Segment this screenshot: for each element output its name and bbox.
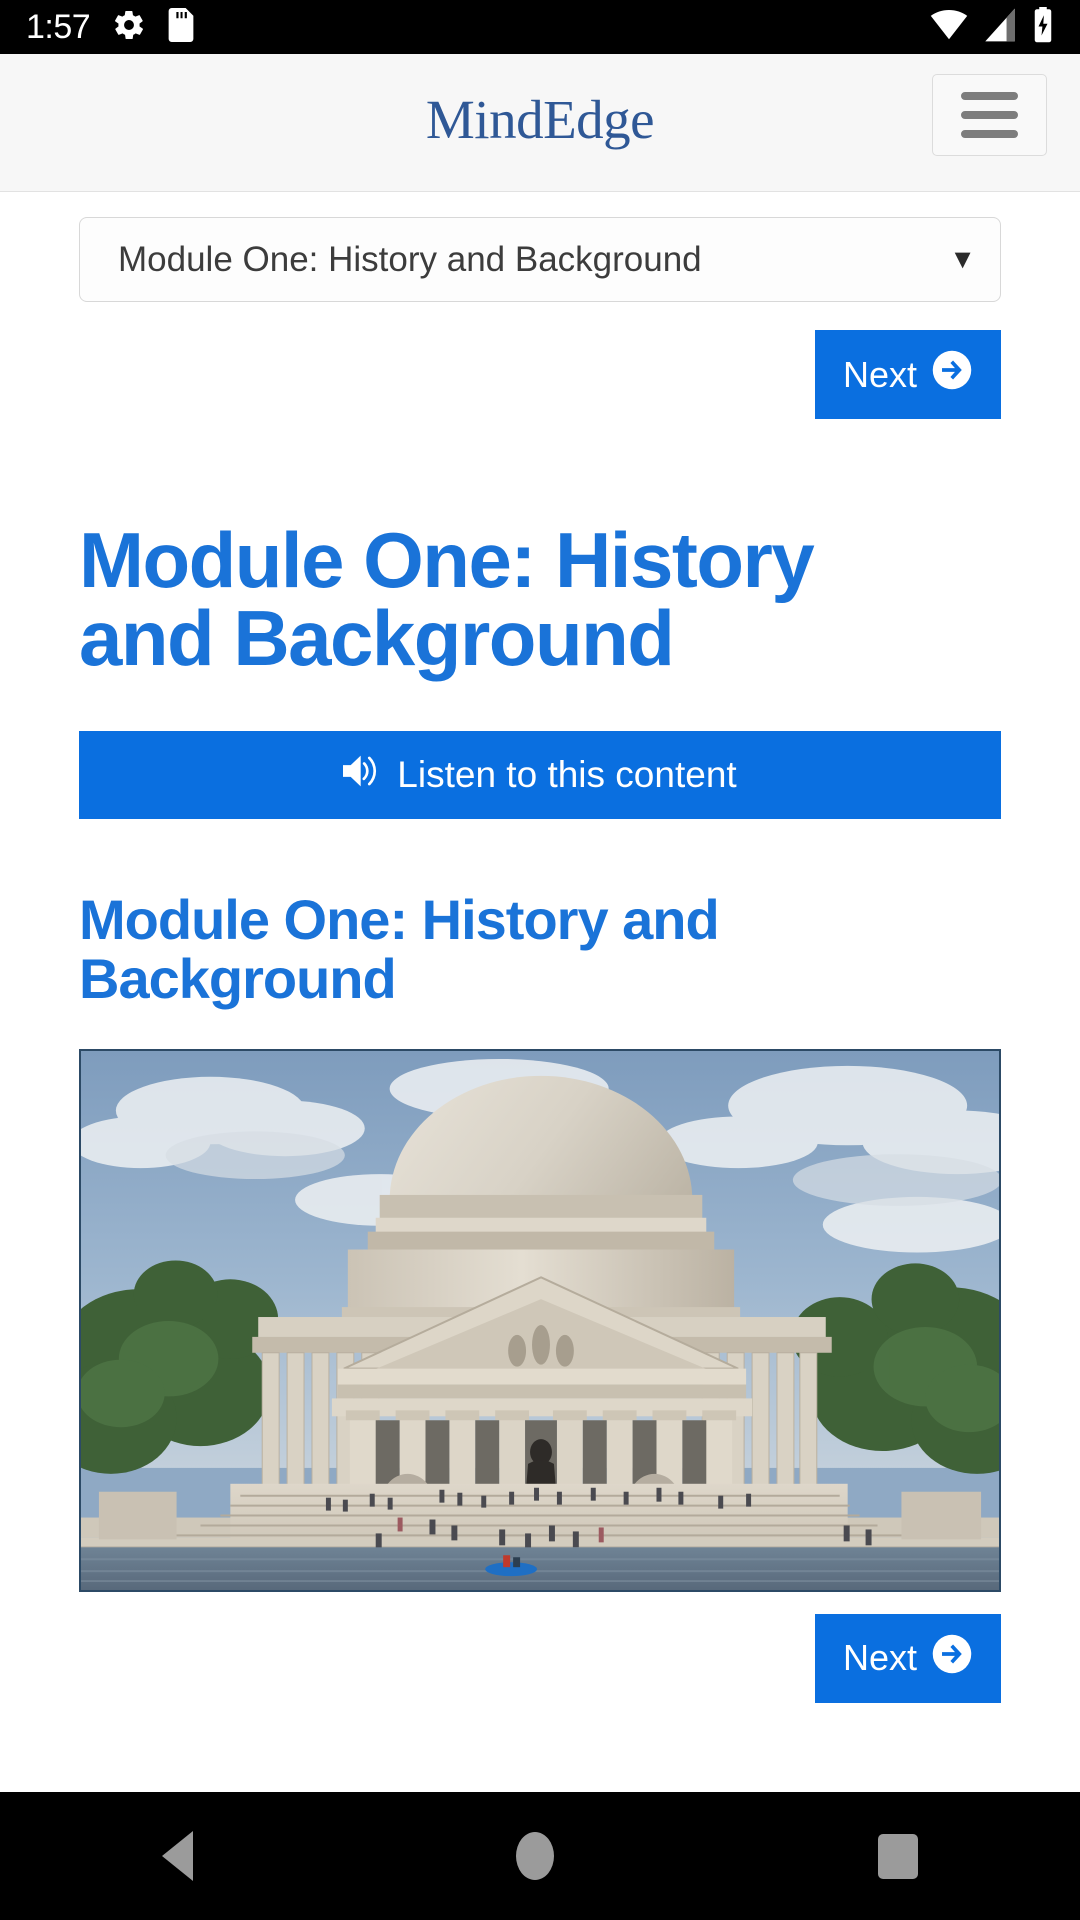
android-nav-bar bbox=[0, 1792, 1080, 1920]
volume-up-icon bbox=[343, 754, 383, 797]
status-bar-right bbox=[930, 6, 1054, 48]
home-button-icon[interactable] bbox=[516, 1832, 555, 1880]
menu-line-1 bbox=[961, 92, 1018, 100]
page-content: Module One: History and Background ▼ Nex… bbox=[0, 217, 1080, 1703]
next-button-bottom[interactable]: Next bbox=[815, 1613, 1001, 1703]
chevron-down-icon: ▼ bbox=[949, 244, 976, 274]
status-bar: 1:57 bbox=[0, 0, 1080, 54]
arrow-circle-right-icon bbox=[931, 349, 973, 400]
battery-charging-icon bbox=[1032, 6, 1054, 48]
menu-line-3 bbox=[961, 130, 1018, 138]
module-select-value: Module One: History and Background bbox=[118, 239, 702, 279]
listen-button-label: Listen to this content bbox=[397, 754, 737, 795]
next-button-row-bottom: Next bbox=[79, 1613, 1001, 1703]
hamburger-menu-icon[interactable] bbox=[932, 74, 1047, 156]
next-button-label: Next bbox=[842, 1637, 918, 1679]
sd-card-icon bbox=[168, 7, 194, 47]
jefferson-memorial-image bbox=[79, 1048, 1001, 1592]
next-button-label: Next bbox=[842, 353, 918, 395]
status-clock: 1:57 bbox=[26, 7, 91, 46]
cellular-signal-icon bbox=[982, 8, 1018, 47]
settings-gear-icon bbox=[112, 8, 146, 47]
listen-to-content-button[interactable]: Listen to this content bbox=[79, 731, 1001, 819]
page-title: Module One: History and Background bbox=[79, 516, 815, 682]
brand-logo[interactable]: MindEdge bbox=[426, 92, 655, 153]
arrow-circle-right-icon bbox=[931, 1633, 973, 1684]
wifi-icon bbox=[930, 8, 968, 47]
section-title: Module One: History and Background bbox=[79, 888, 720, 1010]
recents-button-icon[interactable] bbox=[878, 1833, 919, 1879]
next-button-top[interactable]: Next bbox=[815, 330, 1001, 419]
back-button-icon[interactable] bbox=[161, 1831, 193, 1881]
status-bar-left: 1:57 bbox=[26, 7, 194, 47]
module-select[interactable]: Module One: History and Background ▼ bbox=[79, 217, 1001, 302]
menu-line-2 bbox=[961, 111, 1018, 119]
next-button-row-top: Next bbox=[79, 330, 1001, 419]
app-header: MindEdge bbox=[0, 54, 1080, 192]
